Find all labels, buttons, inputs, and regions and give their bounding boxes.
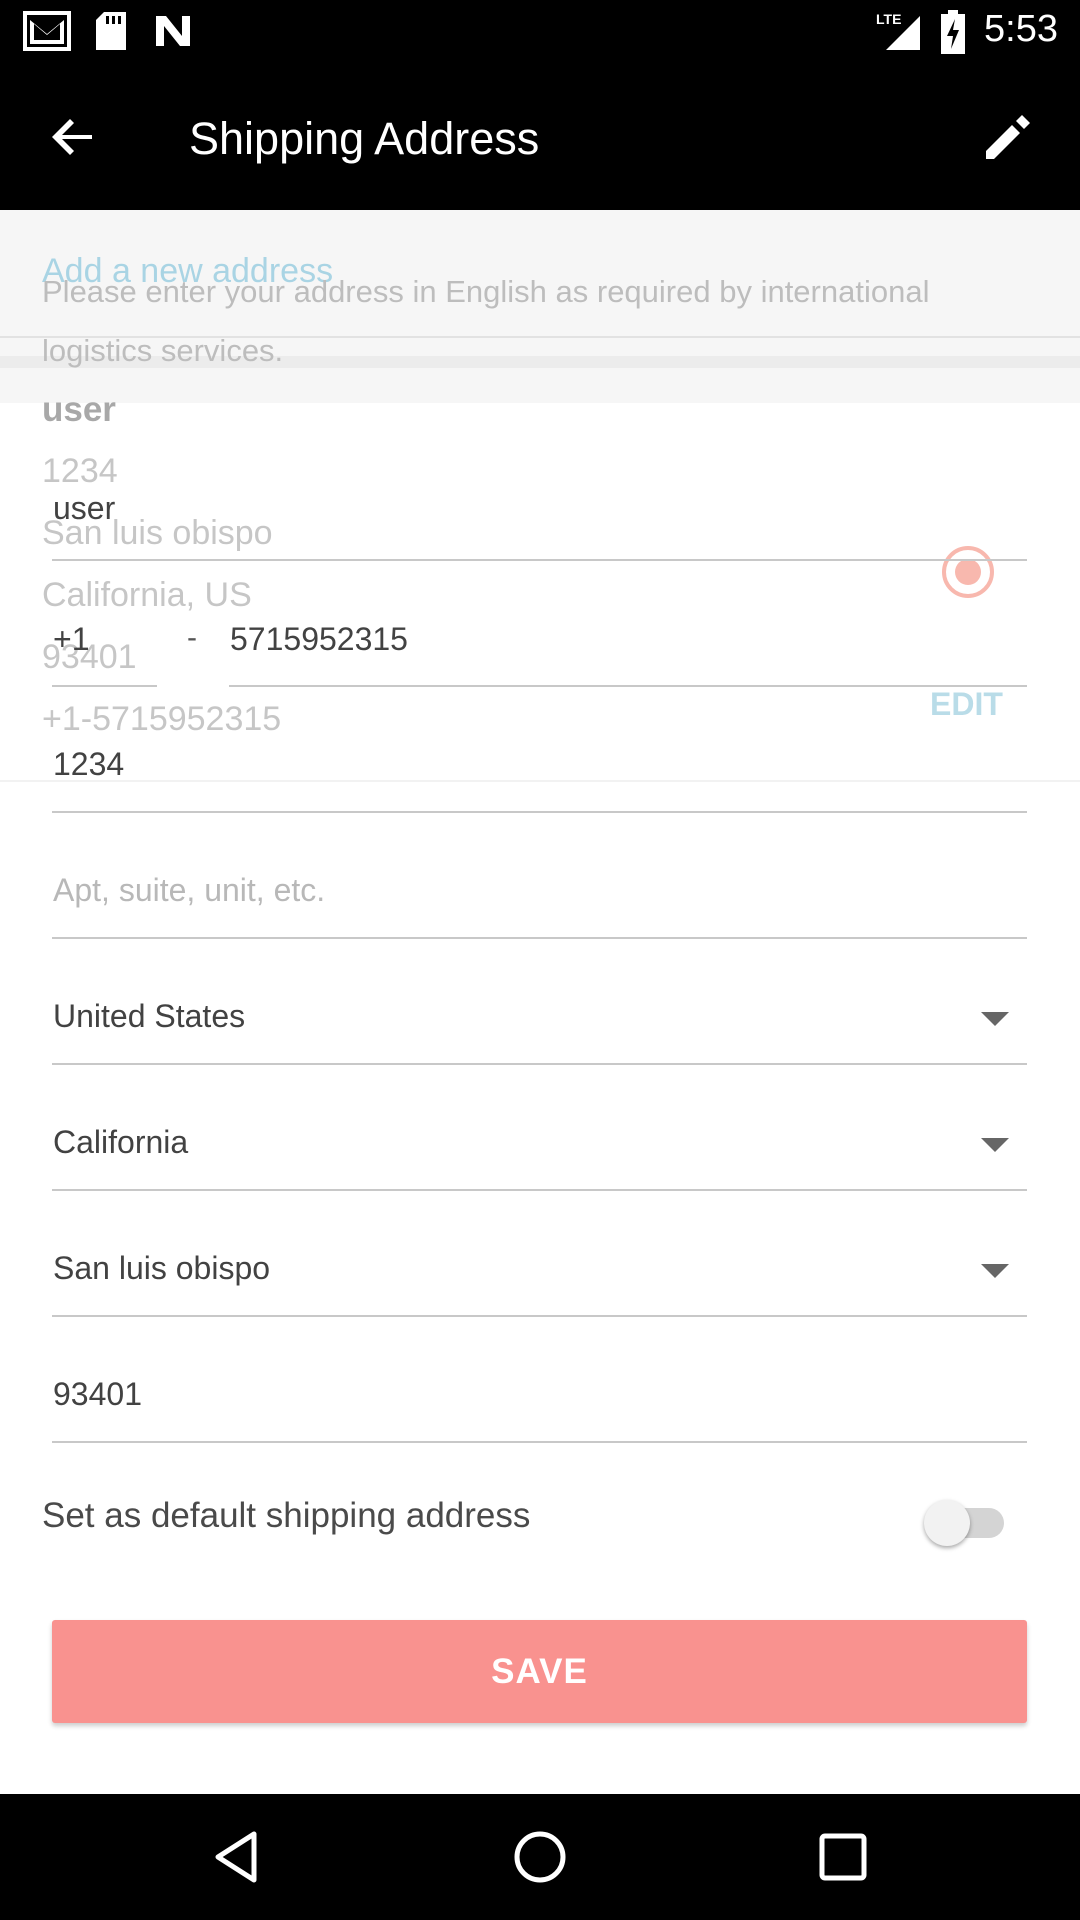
n-icon	[156, 16, 190, 46]
default-address-toggle[interactable]	[924, 1496, 1010, 1546]
page-title: Shipping Address	[189, 113, 540, 164]
street-field[interactable]: 1234	[52, 732, 1027, 813]
caret-down-icon	[981, 1138, 1009, 1152]
home-circle-icon[interactable]	[507, 1824, 573, 1890]
english-notice: Please enter your address in English as …	[42, 274, 930, 368]
background-name: user	[42, 390, 116, 429]
lte-signal-icon: LTE	[876, 11, 920, 50]
status-bar: LTE 5:53	[0, 0, 1080, 63]
state-select[interactable]: California	[52, 1110, 1027, 1191]
phone-number-field[interactable]: 5715952315	[229, 606, 1027, 687]
save-button[interactable]: SAVE	[52, 1620, 1027, 1723]
navigation-bar	[0, 1794, 1080, 1920]
apt-placeholder: Apt, suite, unit, etc.	[53, 872, 326, 908]
city-select[interactable]: San luis obispo	[52, 1236, 1027, 1317]
background-edit-button[interactable]: EDIT	[930, 686, 1003, 723]
street-value: 1234	[53, 746, 125, 782]
pencil-icon[interactable]	[976, 105, 1040, 169]
svg-text:LTE: LTE	[876, 11, 901, 27]
gmail-icon	[23, 11, 71, 51]
arrow-back-icon[interactable]	[42, 105, 106, 169]
zip-value: 93401	[53, 1376, 142, 1412]
toggle-thumb	[924, 1500, 970, 1546]
name-value: user	[53, 490, 116, 526]
default-address-label: Set as default shipping address	[42, 1496, 531, 1535]
apt-field[interactable]: Apt, suite, unit, etc.	[52, 858, 1027, 939]
phone-number-value: 5715952315	[230, 621, 408, 657]
recents-square-icon[interactable]	[810, 1824, 876, 1890]
phone-separator: -	[187, 621, 197, 654]
sd-card-icon	[96, 12, 126, 50]
caret-down-icon	[981, 1264, 1009, 1278]
battery-charging-icon	[941, 10, 965, 54]
back-triangle-icon[interactable]	[204, 1824, 270, 1890]
phone-code-value: +1	[53, 621, 90, 657]
name-field[interactable]: user	[52, 480, 1027, 561]
phone-code-field[interactable]: +1	[52, 606, 157, 687]
caret-down-icon	[981, 1012, 1009, 1026]
clock: 5:53	[984, 8, 1058, 50]
country-value: United States	[53, 998, 246, 1034]
app-bar: Shipping Address	[0, 63, 1080, 210]
zip-field[interactable]: 93401	[52, 1362, 1027, 1443]
state-value: California	[53, 1124, 189, 1160]
country-select[interactable]: United States	[52, 984, 1027, 1065]
city-value: San luis obispo	[53, 1250, 271, 1286]
